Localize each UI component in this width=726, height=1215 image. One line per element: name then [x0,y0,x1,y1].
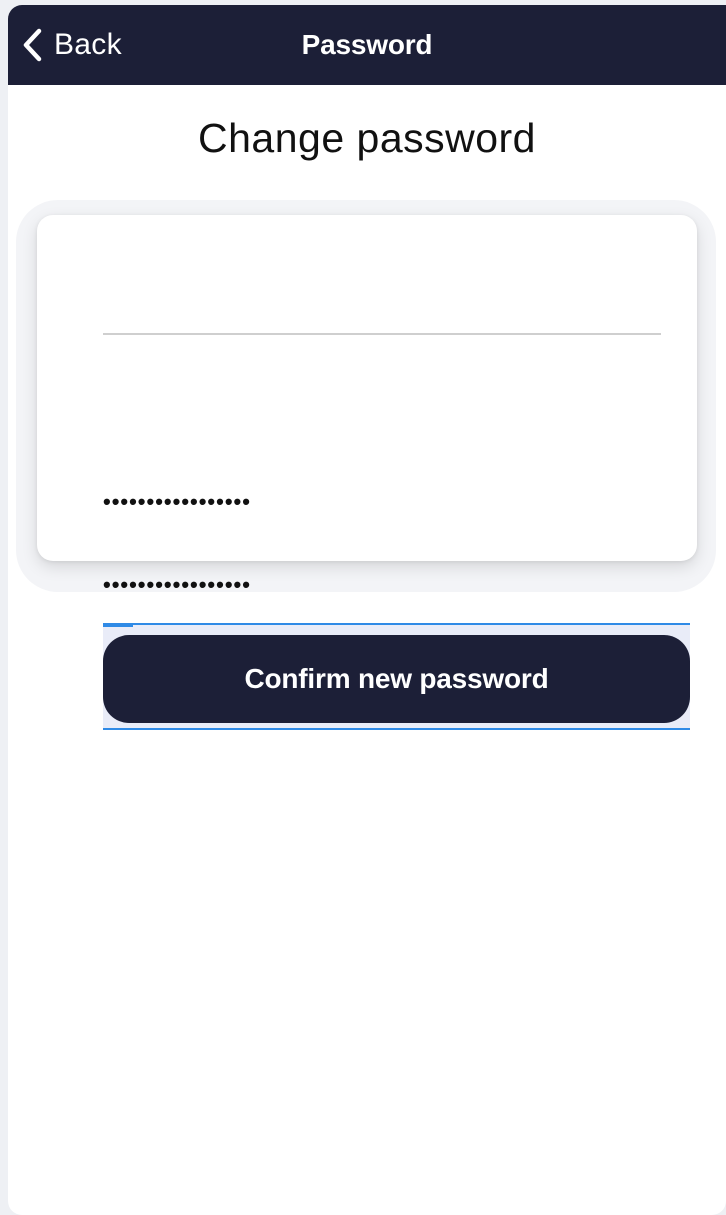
navigation-bar: Back Password [8,5,726,85]
app-frame: Back Password Change password ••••••••••… [8,5,726,1215]
navbar-title: Password [301,29,433,60]
field-divider [103,333,661,335]
new-password-field[interactable]: ••••••••••••••••• [103,477,661,527]
page-heading: Change password [198,115,536,161]
password-card: ••••••••••••••••• ••••••••••••••••• Conf… [37,215,697,730]
confirm-password-field[interactable]: ••••••••••••••••• [103,560,661,610]
focus-indicator [103,623,133,627]
confirm-new-password-button[interactable]: Confirm new password [103,635,690,723]
